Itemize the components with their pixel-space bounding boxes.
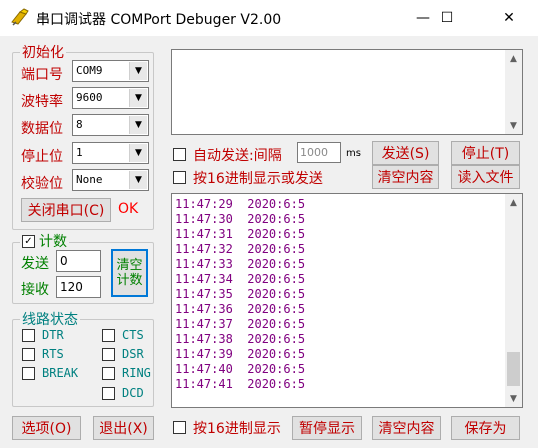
clear-count-line2: 计数 <box>116 273 143 288</box>
recv-label: 接收 <box>21 282 49 298</box>
scroll-up-icon[interactable]: ▲ <box>505 50 522 67</box>
sent-count-value: 0 <box>60 254 68 268</box>
maximize-icon: ☐ <box>440 10 454 26</box>
break-label: BREAK <box>42 366 79 380</box>
dcd-label: DCD <box>122 386 144 400</box>
recv-count-field[interactable]: 120 <box>56 276 101 298</box>
receive-line: 11:47:35 2020:6:5 <box>175 287 306 301</box>
data-bits-label: 数据位 <box>21 121 63 137</box>
line-status-legend: 线路状态 <box>20 309 80 329</box>
rts-checkbox[interactable] <box>22 348 35 361</box>
chevron-down-icon[interactable]: ▼ <box>129 116 147 134</box>
title-bar: 串口调试器 COMPort Debuger V2.00 — ☐ ✕ <box>0 0 538 36</box>
break-checkbox[interactable] <box>22 367 35 380</box>
receive-line: 11:47:30 2020:6:5 <box>175 212 306 226</box>
send-scrollbar[interactable]: ▲ ▼ <box>505 50 522 134</box>
receive-line: 11:47:38 2020:6:5 <box>175 332 306 346</box>
receive-line: 11:47:33 2020:6:5 <box>175 257 306 271</box>
scroll-thumb[interactable] <box>507 352 520 386</box>
receive-lines: 11:47:29 2020:6:5 11:47:30 2020:6:5 11:47:… <box>175 197 305 392</box>
chevron-down-icon[interactable]: ▼ <box>129 144 147 162</box>
send-textarea[interactable]: ▲ ▼ <box>171 49 523 135</box>
close-icon: ✕ <box>503 10 515 26</box>
receive-line: 11:47:34 2020:6:5 <box>175 272 306 286</box>
receive-line: 11:47:37 2020:6:5 <box>175 317 306 331</box>
stop-bits-label: 停止位 <box>21 149 63 165</box>
stop-button[interactable]: 停止(T) <box>451 141 520 165</box>
cts-checkbox <box>102 329 115 342</box>
port-select[interactable]: COM9 ▼ <box>72 60 149 82</box>
send-button[interactable]: 发送(S) <box>372 141 439 165</box>
parity-label: 校验位 <box>21 176 63 192</box>
receive-scrollbar[interactable]: ▲ ▼ <box>505 194 522 407</box>
read-file-button[interactable]: 读入文件 <box>451 165 520 189</box>
hex-display-label: 按16进制显示 <box>193 421 281 437</box>
baud-value: 9600 <box>76 91 103 104</box>
dtr-checkbox[interactable] <box>22 329 35 342</box>
save-as-button[interactable]: 保存为 <box>451 416 520 440</box>
parity-select[interactable]: None ▼ <box>72 169 149 191</box>
dsr-label: DSR <box>122 347 144 361</box>
receive-line: 11:47:36 2020:6:5 <box>175 302 306 316</box>
pause-display-button[interactable]: 暂停显示 <box>292 416 362 440</box>
receive-line: 11:47:32 2020:6:5 <box>175 242 306 256</box>
recv-count-value: 120 <box>60 280 83 294</box>
hex-send-checkbox[interactable] <box>173 171 186 184</box>
parity-value: None <box>76 173 103 186</box>
counter-checkbox[interactable]: ✓ <box>22 234 35 248</box>
auto-send-label: 自动发送:间隔 <box>193 148 282 164</box>
chevron-down-icon[interactable]: ▼ <box>129 89 147 107</box>
window-title: 串口调试器 COMPort Debuger V2.00 <box>36 12 282 28</box>
close-port-button[interactable]: 关闭串口(C) <box>21 198 111 222</box>
receive-textarea[interactable]: 11:47:29 2020:6:5 11:47:30 2020:6:5 11:47:… <box>171 193 523 408</box>
close-button[interactable]: ✕ <box>486 0 532 36</box>
ring-checkbox <box>102 367 115 380</box>
options-button[interactable]: 选项(O) <box>12 416 81 440</box>
receive-line: 11:47:29 2020:6:5 <box>175 197 306 211</box>
data-bits-select[interactable]: 8 ▼ <box>72 114 149 136</box>
rts-label: RTS <box>42 347 64 361</box>
scroll-down-icon[interactable]: ▼ <box>505 390 522 407</box>
interval-input[interactable]: 1000 <box>297 142 341 163</box>
baud-label: 波特率 <box>21 94 63 110</box>
dcd-checkbox <box>102 387 115 400</box>
clear-count-line1: 清空 <box>116 258 143 273</box>
scroll-down-icon[interactable]: ▼ <box>505 117 522 134</box>
maximize-button[interactable]: ☐ <box>424 0 470 36</box>
interval-placeholder: 1000 <box>300 146 328 159</box>
clear-send-button[interactable]: 清空内容 <box>372 165 439 189</box>
dtr-label: DTR <box>42 328 64 342</box>
scroll-up-icon[interactable]: ▲ <box>505 194 522 211</box>
hex-send-label: 按16进制显示或发送 <box>193 171 323 187</box>
port-label: 端口号 <box>21 67 63 83</box>
receive-line: 11:47:31 2020:6:5 <box>175 227 306 241</box>
hex-display-checkbox[interactable] <box>173 421 186 434</box>
stop-bits-value: 1 <box>76 146 83 159</box>
auto-send-checkbox[interactable] <box>173 148 186 161</box>
data-bits-value: 8 <box>76 118 83 131</box>
interval-unit: ms <box>346 148 361 159</box>
app-icon <box>11 8 29 26</box>
sent-count-field[interactable]: 0 <box>56 250 101 272</box>
chevron-down-icon[interactable]: ▼ <box>129 171 147 189</box>
dsr-checkbox <box>102 348 115 361</box>
clear-receive-button[interactable]: 清空内容 <box>372 416 441 440</box>
receive-line: 11:47:41 2020:6:5 <box>175 377 306 391</box>
init-legend: 初始化 <box>20 42 66 62</box>
port-status: OK <box>118 201 139 217</box>
stop-bits-select[interactable]: 1 ▼ <box>72 142 149 164</box>
ring-label: RING <box>122 366 151 380</box>
clear-count-button[interactable]: 清空 计数 <box>111 249 148 297</box>
counter-legend: ✓ 计数 <box>20 231 69 251</box>
chevron-down-icon[interactable]: ▼ <box>129 62 147 80</box>
cts-label: CTS <box>122 328 144 342</box>
exit-button[interactable]: 退出(X) <box>93 416 154 440</box>
port-value: COM9 <box>76 64 103 77</box>
counter-legend-label: 计数 <box>39 234 67 250</box>
receive-line: 11:47:39 2020:6:5 <box>175 347 306 361</box>
baud-select[interactable]: 9600 ▼ <box>72 87 149 109</box>
receive-line: 11:47:40 2020:6:5 <box>175 362 306 376</box>
sent-label: 发送 <box>21 256 49 272</box>
